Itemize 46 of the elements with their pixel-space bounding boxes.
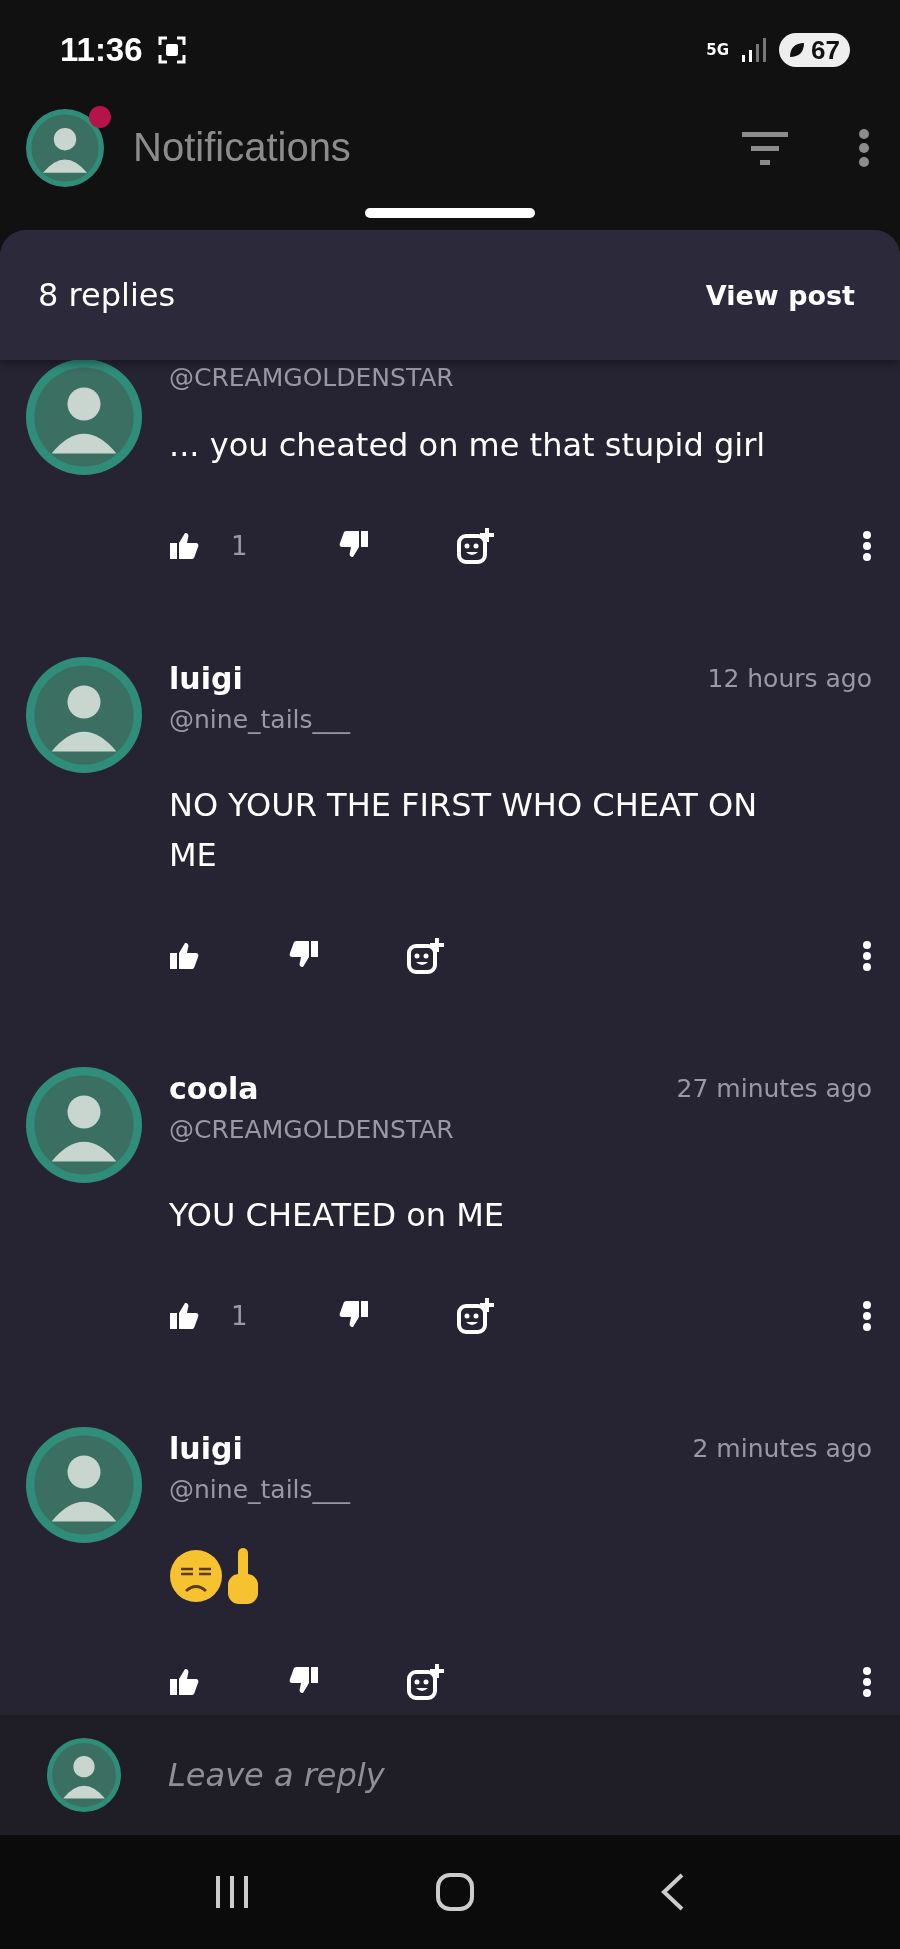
signal-icon <box>741 37 768 63</box>
reply-field[interactable]: Leave a reply <box>168 1756 900 1794</box>
battery-indicator: 67 <box>779 33 850 67</box>
user-name: luigi <box>169 660 243 696</box>
comment-text: ... you cheated on me that stupid girl <box>169 425 767 466</box>
drag-handle[interactable] <box>365 207 535 218</box>
thumbs-up-icon[interactable] <box>169 1301 199 1331</box>
more-icon[interactable] <box>862 1300 872 1332</box>
timestamp: 12 hours ago <box>707 663 872 693</box>
more-icon[interactable] <box>862 530 872 562</box>
like-count: 1 <box>231 1301 248 1331</box>
comment-text: NO YOUR THE FIRST WHO CHEAT ON ME <box>169 785 759 876</box>
user-handle: @CREAMGOLDENSTAR <box>169 1114 455 1146</box>
user-name: coola <box>169 1070 259 1106</box>
more-icon[interactable] <box>862 1666 872 1698</box>
thumbs-up-icon[interactable] <box>169 1667 199 1697</box>
add-reaction-icon[interactable] <box>457 528 495 564</box>
home-icon[interactable] <box>435 1872 475 1912</box>
more-icon[interactable] <box>862 940 872 972</box>
thumbs-up-icon[interactable] <box>169 531 199 561</box>
user-handle: @nine_tails___ <box>169 704 352 736</box>
hand-icon <box>225 1546 261 1606</box>
thumbs-down-icon[interactable] <box>289 1665 319 1695</box>
thumbs-down-icon[interactable] <box>339 1299 369 1329</box>
thumbs-up-icon[interactable] <box>169 941 199 971</box>
view-post-button[interactable]: View post <box>705 273 855 317</box>
add-reaction-icon[interactable] <box>457 1298 495 1334</box>
timestamp: 27 minutes ago <box>676 1073 872 1103</box>
screenshot-icon <box>156 35 187 65</box>
unamused-face-icon <box>169 1549 223 1603</box>
timestamp: 2 minutes ago <box>692 1433 872 1463</box>
user-name: luigi <box>169 1430 243 1466</box>
add-reaction-icon[interactable] <box>407 938 445 974</box>
thumbs-down-icon[interactable] <box>339 529 369 559</box>
add-reaction-icon[interactable] <box>407 1664 445 1700</box>
user-handle: @nine_tails___ <box>169 1474 352 1506</box>
clock-time: 11:36 <box>60 31 143 69</box>
network-label: 5G <box>706 42 730 58</box>
more-icon[interactable] <box>858 127 870 168</box>
user-handle: @CREAMGOLDENSTAR <box>169 362 455 394</box>
screen-title: Notifications <box>133 125 351 170</box>
comment-text: YOU CHEATED on ME <box>169 1195 506 1236</box>
replies-count: 8 replies <box>38 276 176 314</box>
like-count: 1 <box>231 531 248 561</box>
reply-bar[interactable]: Leave a reply <box>0 1715 900 1835</box>
thumbs-down-icon[interactable] <box>289 939 319 969</box>
